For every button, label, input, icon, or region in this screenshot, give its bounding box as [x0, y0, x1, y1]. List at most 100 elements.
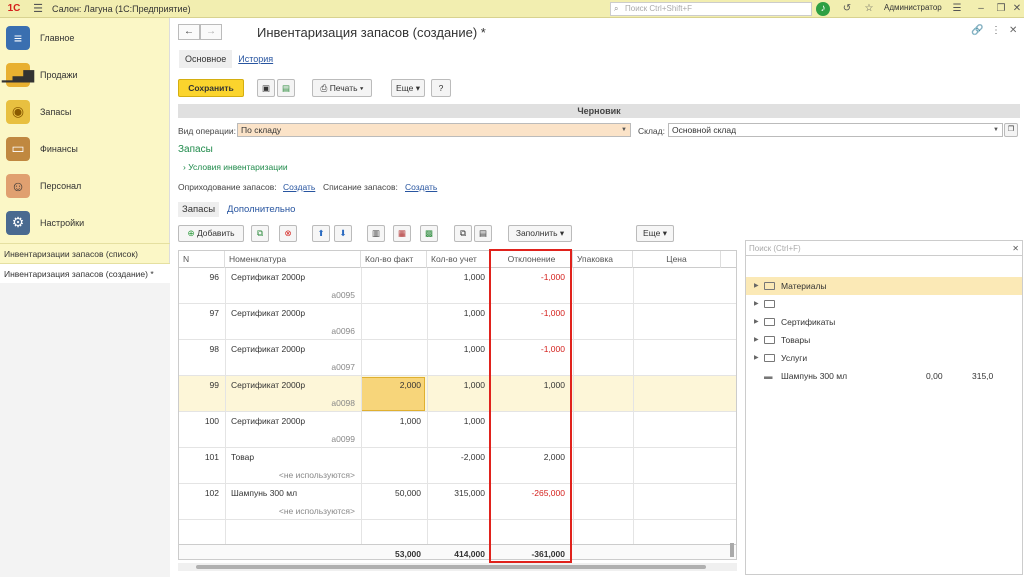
table-row[interactable]: 96 Сертификат 2000р а0095 1,000 -1,000: [179, 268, 736, 304]
col-nomenclature[interactable]: Номенклатура: [225, 251, 361, 268]
back-arrow-icon[interactable]: ←: [178, 24, 200, 40]
barcode-icon[interactable]: ▥: [367, 225, 385, 242]
global-search-input[interactable]: ⌕ Поиск Ctrl+Shift+F: [610, 2, 812, 16]
expand-icon[interactable]: ▶: [754, 295, 759, 313]
post-document-icon[interactable]: ▤: [277, 79, 295, 97]
delete-row-icon[interactable]: ⊗: [279, 225, 297, 242]
tree-product-row[interactable]: ▬ Шампунь 300 мл 0,00 315,0: [746, 367, 1022, 385]
table-vertical-scrollbar[interactable]: [729, 268, 735, 558]
tree-folder-row[interactable]: ▶ Материалы: [746, 277, 1022, 295]
chevron-down-icon[interactable]: ▼: [990, 124, 1002, 136]
menu-icon[interactable]: ☰: [28, 2, 48, 15]
table-row[interactable]: 102 Шампунь 300 мл <не используются> 50,…: [179, 484, 736, 520]
move-down-icon[interactable]: ⬇: [334, 225, 352, 242]
row-deviation: 2,000: [543, 452, 565, 462]
add-row-button[interactable]: ⊕ Добавить: [178, 225, 244, 242]
nav-arrows: ← →: [178, 24, 222, 40]
row-name: Сертификат 2000р: [231, 380, 306, 390]
table-horizontal-scrollbar[interactable]: [178, 563, 737, 571]
close-app-icon[interactable]: ✕: [1010, 2, 1024, 16]
more-button[interactable]: Еще ▾: [391, 79, 425, 97]
tree-folder-row[interactable]: ▶ Сертификаты: [746, 313, 1022, 331]
star-icon[interactable]: ☆: [862, 2, 876, 16]
sidebar-item-settings[interactable]: ⚙ Настройки: [0, 204, 169, 241]
excel-icon[interactable]: ▩: [420, 225, 438, 242]
folder-icon: [764, 300, 775, 308]
scroll-thumb[interactable]: [730, 543, 734, 557]
sidebar-item-main[interactable]: ≡ Главное: [0, 19, 169, 56]
barcode-search-icon[interactable]: ▦: [393, 225, 411, 242]
sidebar-item-stock[interactable]: ◉ Запасы: [0, 93, 169, 130]
open-window-item[interactable]: Инвентаризации запасов (список): [0, 243, 170, 263]
tree-folder-row[interactable]: ▶: [746, 295, 1022, 313]
restore-icon[interactable]: ❐: [994, 2, 1008, 16]
col-qty-fact[interactable]: Кол-во факт: [361, 251, 427, 268]
total-account: 414,000: [454, 549, 485, 559]
tab-additional[interactable]: Дополнительно: [219, 202, 303, 217]
table-row[interactable]: 97 Сертификат 2000р а0096 1,000 -1,000: [179, 304, 736, 340]
table-row[interactable]: 100 Сертификат 2000р а0099 1,000 1,000: [179, 412, 736, 448]
print-button-label: Печать: [329, 83, 358, 93]
operation-value: По складу: [241, 125, 282, 135]
row-qty-fact[interactable]: 50,000: [361, 488, 421, 498]
expand-icon[interactable]: ▶: [754, 277, 759, 295]
fill-button[interactable]: Заполнить ▾: [508, 225, 572, 242]
chevron-down-icon[interactable]: ▼: [618, 124, 630, 136]
expand-icon[interactable]: ▶: [754, 313, 759, 331]
table-row[interactable]: 98 Сертификат 2000р а0097 1,000 -1,000: [179, 340, 736, 376]
tab-history[interactable]: История: [232, 50, 279, 68]
writeoff-create-link[interactable]: Создать: [405, 182, 437, 192]
bell-icon[interactable]: ♪: [816, 2, 830, 16]
scroll-thumb[interactable]: [196, 565, 706, 569]
column-divider: [633, 268, 634, 544]
table-more-label: Еще: [643, 228, 661, 238]
tree-folder-row[interactable]: ▶ Услуги: [746, 349, 1022, 367]
col-qty-account[interactable]: Кол-во учет: [427, 251, 491, 268]
tree-search-input[interactable]: Поиск (Ctrl+F) ✕: [746, 241, 1022, 256]
link-icon[interactable]: 🔗: [971, 25, 983, 36]
history-icon[interactable]: ↺: [840, 2, 854, 16]
warehouse-field[interactable]: Основной склад ▼: [668, 123, 1003, 137]
open-warehouse-icon[interactable]: ❐: [1004, 123, 1018, 137]
help-button[interactable]: ?: [431, 79, 451, 97]
more-icon[interactable]: ⋮: [991, 25, 1001, 36]
sidebar-item-finance[interactable]: ▭ Финансы: [0, 130, 169, 167]
row-number: 98: [209, 344, 219, 354]
move-up-icon[interactable]: ⬆: [312, 225, 330, 242]
user-name[interactable]: Администратор: [884, 3, 942, 12]
tab-main[interactable]: Основное: [179, 50, 233, 68]
expand-icon[interactable]: ▶: [754, 331, 759, 349]
conditions-toggle[interactable]: › Условия инвентаризации: [183, 162, 288, 172]
col-n[interactable]: N: [179, 251, 225, 268]
close-icon[interactable]: ✕: [1009, 25, 1017, 36]
operation-field[interactable]: По складу ▼: [237, 123, 631, 137]
minimize-icon[interactable]: –: [974, 2, 988, 16]
clear-search-icon[interactable]: ✕: [1012, 241, 1019, 256]
tab-stock[interactable]: Запасы: [178, 202, 220, 217]
settings-menu-icon[interactable]: ☰: [950, 2, 964, 16]
table-more-button[interactable]: Еще ▾: [636, 225, 674, 242]
row-qty-fact[interactable]: 1,000: [361, 416, 421, 426]
row-qty-fact[interactable]: 2,000: [361, 380, 421, 390]
save-button[interactable]: Сохранить: [178, 79, 244, 97]
sidebar-item-staff[interactable]: ☺ Персонал: [0, 167, 169, 204]
receipt-create-link[interactable]: Создать: [283, 182, 315, 192]
row-qty-account: 1,000: [463, 416, 485, 426]
forward-arrow-icon[interactable]: →: [200, 24, 222, 40]
col-price[interactable]: Цена: [633, 251, 721, 268]
sidebar-item-label: Главное: [40, 32, 75, 43]
open-window-item-active[interactable]: Инвентаризация запасов (создание) *: [0, 263, 170, 283]
table-row[interactable]: 101 Товар <не используются> -2,000 2,000: [179, 448, 736, 484]
print-button[interactable]: ⎙ Печать ▾: [312, 79, 372, 97]
tree-folder-row[interactable]: ▶ Товары: [746, 331, 1022, 349]
paste-icon[interactable]: ▤: [474, 225, 492, 242]
row-deviation: -1,000: [540, 308, 565, 318]
col-package[interactable]: Упаковка: [573, 251, 633, 268]
table-row[interactable]: 99 Сертификат 2000р а0098 2,000 1,000 1,…: [179, 376, 736, 412]
col-deviation[interactable]: Отклонение: [491, 251, 573, 268]
expand-icon[interactable]: ▶: [754, 349, 759, 367]
copy-row-icon[interactable]: ⧉: [251, 225, 269, 242]
sidebar-item-sales[interactable]: ▁▃▆ Продажи: [0, 56, 169, 93]
copy-icon[interactable]: ⧉: [454, 225, 472, 242]
floppy-icon[interactable]: ▣: [257, 79, 275, 97]
